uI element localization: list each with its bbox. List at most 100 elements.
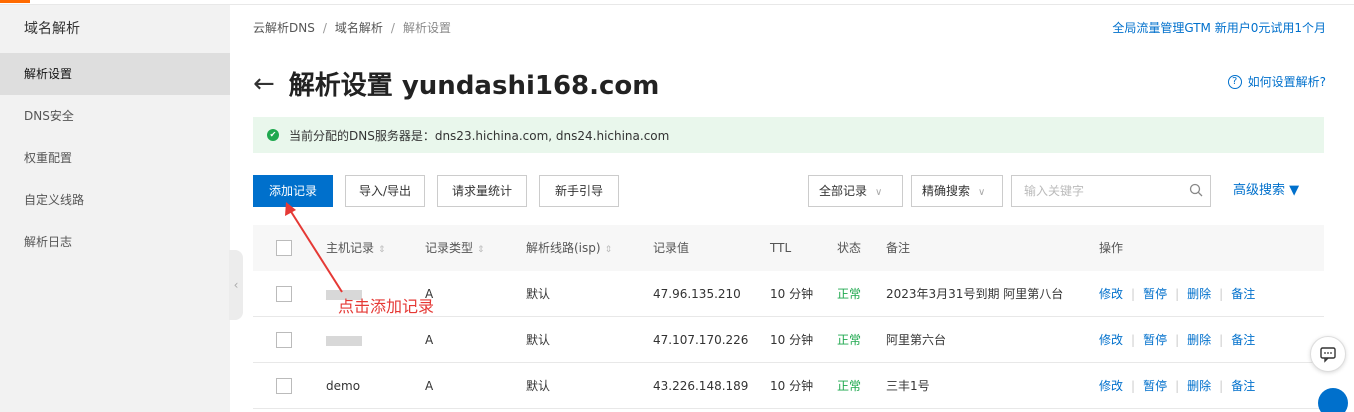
remark-cell: 阿里第六台	[886, 333, 947, 347]
col-line[interactable]: 解析线路(isp) ⇕	[526, 225, 612, 271]
page-title: 解析设置 yundashi168.com	[288, 71, 660, 101]
action-separator: |	[1131, 379, 1136, 393]
col-line-label: 解析线路(isp)	[526, 241, 601, 255]
value-cell: 47.96.135.210	[653, 287, 741, 301]
sort-icon: ⇕	[378, 245, 386, 255]
redacted-host	[326, 335, 362, 346]
advanced-search-link[interactable]: 高级搜索 ▼	[1233, 175, 1299, 207]
col-status: 状态	[837, 241, 862, 255]
action-separator: |	[1219, 287, 1224, 301]
sort-icon: ⇕	[477, 245, 485, 255]
sidebar: 域名解析 解析设置 DNS安全 权重配置 自定义线路 解析日志	[0, 5, 230, 412]
row-checkbox[interactable]	[276, 332, 292, 348]
col-actions: 操作	[1099, 241, 1124, 255]
edit-link[interactable]: 修改	[1099, 333, 1123, 347]
action-separator: |	[1175, 287, 1180, 301]
ttl-cell: 10 分钟	[770, 379, 814, 393]
breadcrumb-item-current: 解析设置	[402, 21, 451, 35]
record-filter-select[interactable]: 全部记录 ∨	[808, 175, 903, 207]
type-cell: A	[425, 379, 434, 393]
pause-link[interactable]: 暂停	[1143, 333, 1167, 347]
chevron-down-icon: ∨	[875, 187, 883, 198]
table-row: A 默认 47.107.170.226 10 分钟 正常 阿里第六台 修改 | 暂停…	[253, 317, 1324, 363]
search-mode-select[interactable]: 精确搜索 ∨	[911, 175, 1003, 207]
dns-console: 域名解析 解析设置 DNS安全 权重配置 自定义线路 解析日志 ‹ 云解析DNS…	[0, 0, 1354, 412]
action-separator: |	[1131, 287, 1136, 301]
col-value: 记录值	[653, 241, 690, 255]
col-ttl: TTL	[770, 241, 792, 255]
sidebar-item-custom-line[interactable]: 自定义线路	[0, 179, 230, 221]
delete-link[interactable]: 删除	[1187, 287, 1211, 301]
gtm-promo-link[interactable]: 全局流量管理GTM 新用户0元试用1个月	[1112, 19, 1326, 36]
add-record-button[interactable]: 添加记录	[253, 175, 333, 207]
breadcrumb-separator: /	[322, 21, 327, 35]
sidebar-title: 域名解析	[24, 21, 80, 37]
col-type[interactable]: 记录类型 ⇕	[425, 225, 485, 271]
note-link[interactable]: 备注	[1231, 333, 1255, 347]
action-separator: |	[1175, 333, 1180, 347]
floating-action-button[interactable]	[1318, 388, 1348, 412]
remark-cell: 2023年3月31号到期 阿里第八台	[886, 287, 1064, 301]
line-cell: 默认	[526, 333, 551, 347]
sort-icon: ⇕	[604, 245, 613, 255]
note-link[interactable]: 备注	[1231, 287, 1255, 301]
back-arrow-icon[interactable]: ←	[253, 71, 275, 97]
help-link[interactable]: ? 如何设置解析?	[1227, 73, 1326, 90]
table-row: demo A 默认 43.226.148.189 10 分钟 正常 三丰1号 修…	[253, 363, 1324, 409]
pause-link[interactable]: 暂停	[1143, 379, 1167, 393]
search-icon[interactable]	[1189, 183, 1203, 197]
status-badge: 正常	[837, 287, 862, 301]
breadcrumb-separator: /	[390, 21, 395, 35]
action-separator: |	[1175, 379, 1180, 393]
help-link-label: 如何设置解析?	[1247, 75, 1326, 89]
ttl-cell: 10 分钟	[770, 287, 814, 301]
col-host-label: 主机记录	[326, 241, 375, 255]
action-separator: |	[1131, 333, 1136, 347]
brand-accent	[0, 0, 30, 3]
value-cell: 47.107.170.226	[653, 333, 749, 347]
request-stats-button[interactable]: 请求量统计	[437, 175, 527, 207]
keyword-search-input[interactable]	[1011, 175, 1211, 207]
breadcrumb-item-domain-resolve[interactable]: 域名解析	[335, 21, 383, 35]
type-cell: A	[425, 333, 434, 347]
search-mode-value: 精确搜索	[922, 184, 971, 198]
host-cell	[326, 317, 362, 363]
title-row: ← 解析设置 yundashi168.com	[253, 65, 659, 102]
sidebar-item-resolve-log[interactable]: 解析日志	[0, 221, 230, 263]
value-cell: 43.226.148.189	[653, 379, 749, 393]
select-all-checkbox[interactable]	[276, 240, 292, 256]
row-actions: 修改 | 暂停 | 删除 | 备注	[1099, 317, 1255, 363]
delete-link[interactable]: 删除	[1187, 333, 1211, 347]
note-link[interactable]: 备注	[1231, 379, 1255, 393]
action-separator: |	[1219, 379, 1224, 393]
chevron-left-icon: ‹	[233, 278, 239, 292]
delete-link[interactable]: 删除	[1187, 379, 1211, 393]
chat-button[interactable]	[1310, 336, 1346, 372]
toolbar: 添加记录 导入/导出 请求量统计 新手引导 全部记录 ∨ 精确搜索 ∨ 高级搜索 ▼	[253, 175, 1333, 207]
sidebar-item-resolve-settings[interactable]: 解析设置	[0, 53, 230, 95]
breadcrumb-item-cloud-dns[interactable]: 云解析DNS	[253, 21, 315, 35]
row-checkbox[interactable]	[276, 378, 292, 394]
line-cell: 默认	[526, 287, 551, 301]
row-checkbox[interactable]	[276, 286, 292, 302]
host-cell: demo	[326, 379, 361, 393]
line-cell: 默认	[526, 379, 551, 393]
annotation-label: 点击添加记录	[338, 297, 435, 316]
import-export-button[interactable]: 导入/导出	[345, 175, 425, 207]
guide-button[interactable]: 新手引导	[539, 175, 619, 207]
edit-link[interactable]: 修改	[1099, 287, 1123, 301]
check-circle-icon: ✔	[267, 129, 279, 141]
action-separator: |	[1219, 333, 1224, 347]
row-actions: 修改 | 暂停 | 删除 | 备注	[1099, 363, 1255, 409]
edit-link[interactable]: 修改	[1099, 379, 1123, 393]
pause-link[interactable]: 暂停	[1143, 287, 1167, 301]
status-badge: 正常	[837, 379, 862, 393]
table-header: 主机记录 ⇕ 记录类型 ⇕ 解析线路(isp) ⇕ 记录值 TTL 状态 备注 操作	[253, 225, 1324, 271]
sidebar-item-weight-config[interactable]: 权重配置	[0, 137, 230, 179]
sidebar-item-dns-security[interactable]: DNS安全	[0, 95, 230, 137]
question-icon: ?	[1227, 74, 1242, 89]
sidebar-collapse-toggle[interactable]: ‹	[229, 250, 243, 320]
ttl-cell: 10 分钟	[770, 333, 814, 347]
col-host[interactable]: 主机记录 ⇕	[326, 225, 386, 271]
row-actions: 修改 | 暂停 | 删除 | 备注	[1099, 271, 1255, 317]
